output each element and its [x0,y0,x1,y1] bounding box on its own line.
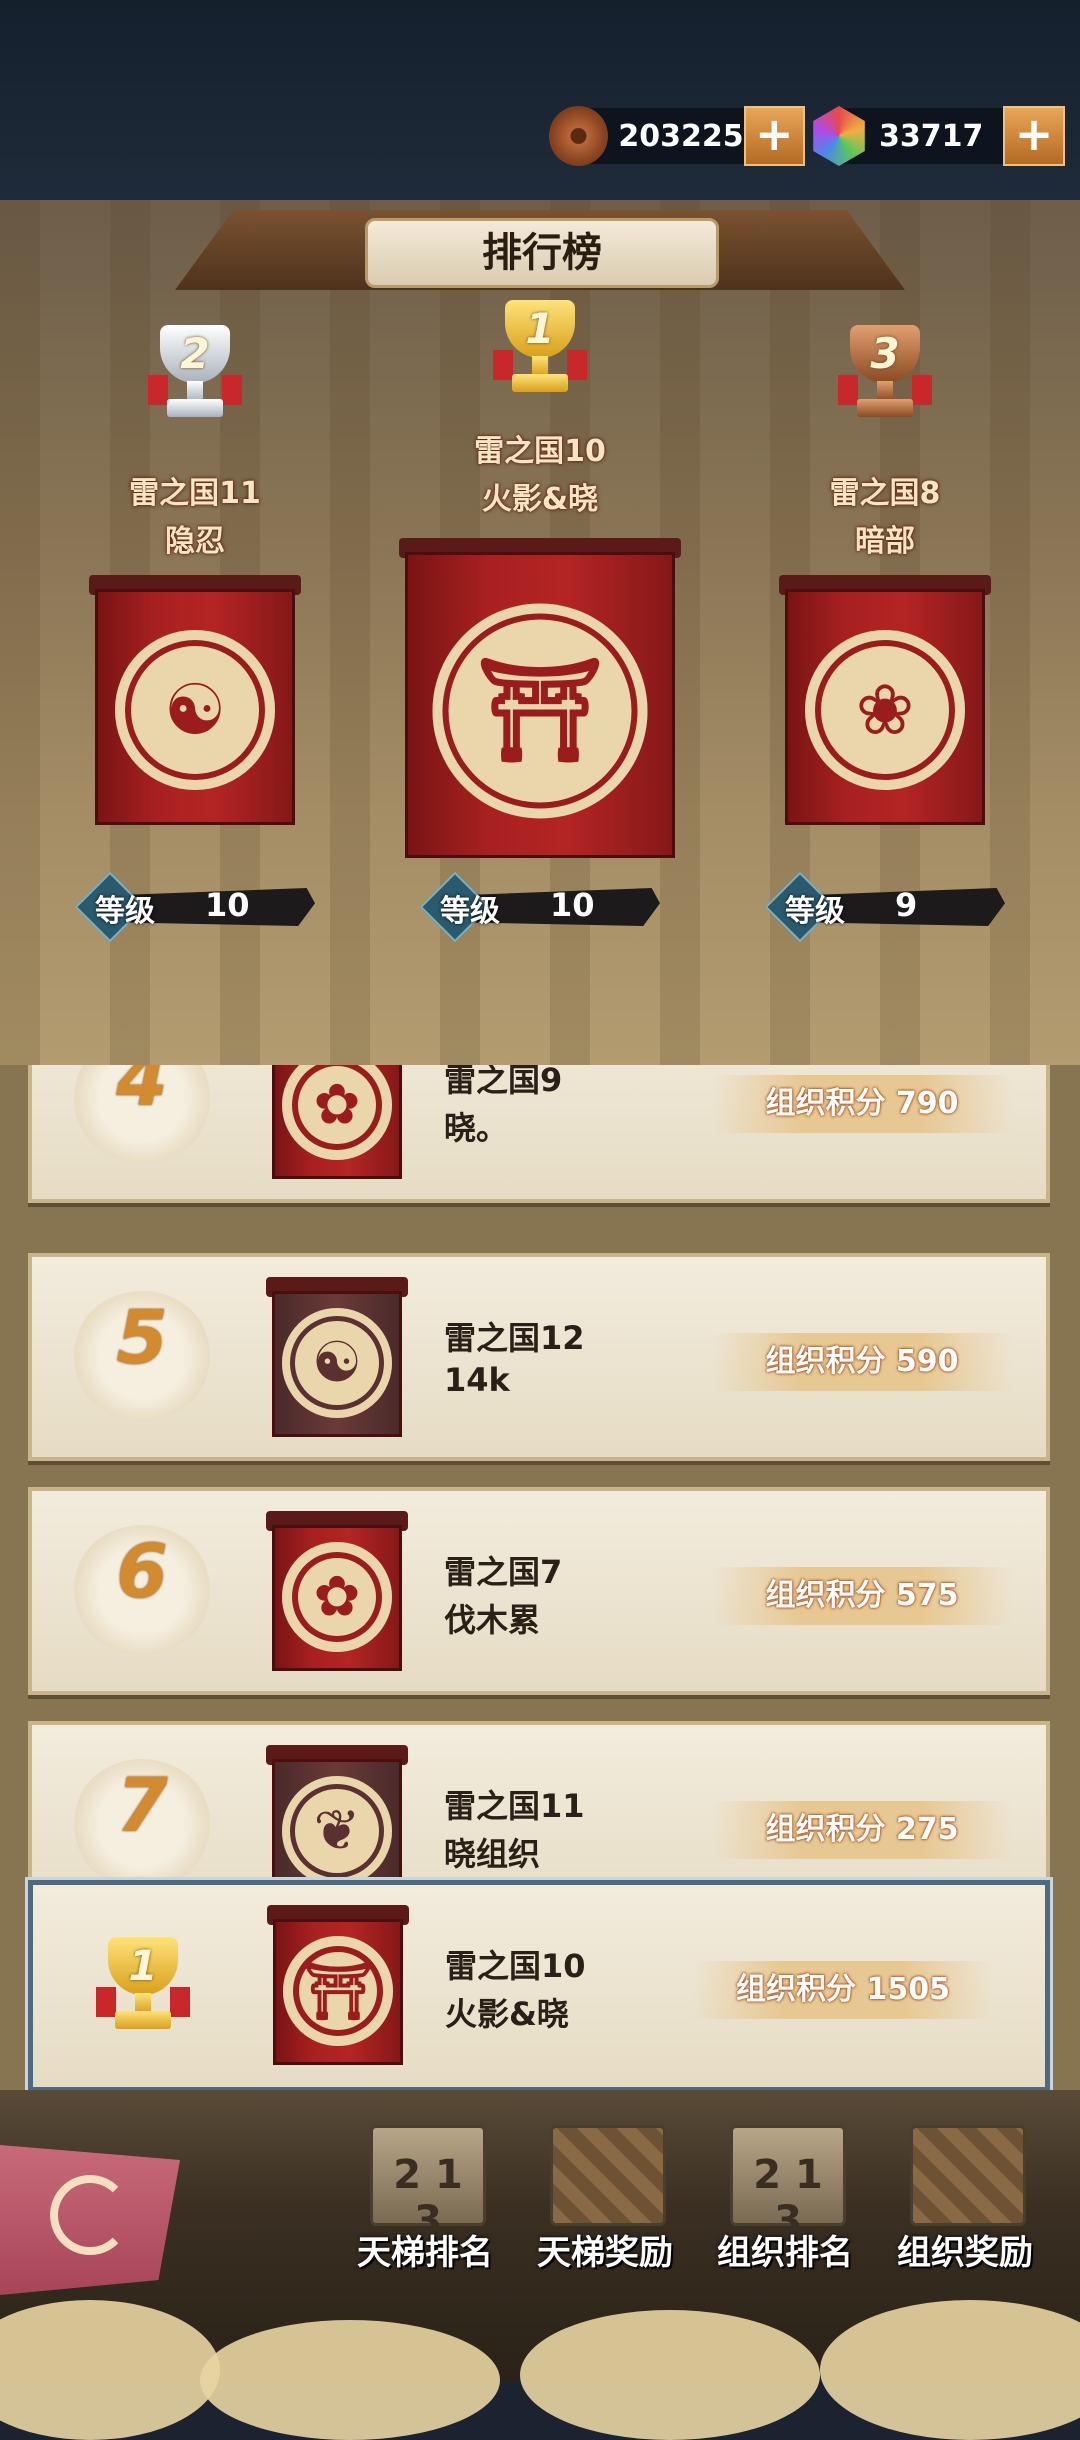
add-gems-button[interactable]: + [1003,106,1065,166]
add-coins-button[interactable]: + [743,106,805,166]
nation-name: 雷之国12 [444,1319,585,1357]
gem-counter: 33717 + [813,106,1065,166]
top2-nation: 雷之国11 [129,476,261,511]
ranking-row-4[interactable]: 4 ✿ 雷之国9 晓。 组织积分 790 [28,1065,1050,1203]
coin-icon [549,106,609,166]
rank-number: 5 [116,1295,168,1381]
ranking-row-6[interactable]: 6 ✿ 雷之国7 伐木累 组织积分 575 [28,1487,1050,1695]
top1-banner[interactable]: ⛩ [399,538,681,858]
org-name: 晓。 [444,1109,509,1147]
rank-number: 4 [116,1065,168,1123]
gold-trophy-icon: 1 [88,1937,198,2037]
nav-label: 天梯排名 [357,2233,493,2273]
nation-name: 雷之国11 [444,1787,585,1825]
nav-label: 组织奖励 [897,2233,1033,2273]
nation-name: 雷之国10 [445,1947,586,1985]
score-chip: 组织积分 590 [712,1333,1012,1391]
top1-nation: 雷之国10 [474,434,606,469]
koi-emblem-icon: ☯ [115,630,275,790]
cloud-decoration [200,2320,500,2440]
rank-number: 7 [116,1763,168,1849]
nation-name: 雷之国9 [444,1065,563,1099]
flower-emblem-icon: ✿ [266,1511,408,1671]
top-bar [0,0,1080,200]
top1-org-name: 火影&晓 [481,482,599,517]
page-title: 排行榜 [365,218,719,288]
top1-level: 等级 10 [419,871,660,943]
torii-emblem-icon: ⛩ [432,603,648,819]
org-name: 晓组织 [444,1835,541,1873]
rank-number: 6 [116,1529,168,1615]
ranking-row-5[interactable]: 5 ☯ 雷之国12 14k 组织积分 590 [28,1253,1050,1461]
gold-trophy-icon: 1 [485,300,595,400]
top3-banner[interactable]: ❀ [779,575,991,825]
cloud-decoration [520,2310,820,2440]
ladder-rewards-button[interactable]: 天梯奖励 [520,2125,690,2275]
silver-trophy-icon: 2 [140,325,250,425]
back-button[interactable] [0,2145,180,2295]
podium-icon: 2 1 3 [370,2125,486,2244]
score-chip: 组织积分 790 [712,1075,1012,1133]
bronze-trophy-icon: 3 [830,325,940,425]
org-name: 14k [444,1361,510,1399]
my-ranking-row[interactable]: 1 ⛩ 雷之国10 火影&晓 组织积分 1505 [28,1880,1050,2092]
score-chip: 组织积分 275 [712,1801,1012,1859]
top3-nation: 雷之国8 [829,476,941,511]
org-name: 伐木累 [444,1601,541,1639]
gift-box-icon [550,2125,666,2226]
coin-counter: 203225 + [549,106,805,166]
nav-label: 天梯奖励 [537,2233,673,2273]
podium-icon: 2 1 3 [730,2125,846,2244]
org-rewards-button[interactable]: 组织奖励 [880,2125,1050,2275]
score-chip: 组织积分 575 [712,1567,1012,1625]
top3-level: 等级 9 [764,871,1005,943]
gift-box-icon [910,2125,1026,2226]
top2-org-name: 隐忍 [165,524,225,559]
org-name: 火影&晓 [445,1995,569,2033]
swirl-icon [50,2175,130,2255]
nav-label: 组织排名 [717,2233,853,2273]
org-ranking-button[interactable]: 2 1 3 组织排名 [700,2125,870,2275]
top2-level: 等级 10 [74,871,315,943]
fan-emblem-icon: ❀ [805,630,965,790]
ladder-ranking-button[interactable]: 2 1 3 天梯排名 [340,2125,510,2275]
top3-org-name: 暗部 [855,524,915,559]
coin-value: 203225 [618,118,744,154]
koi-emblem-icon: ☯ [266,1277,408,1437]
gem-value: 33717 [879,118,984,154]
flower-emblem-icon: ✿ [272,1065,402,1179]
top2-banner[interactable]: ☯ [89,575,301,825]
nation-name: 雷之国7 [444,1553,563,1591]
torii-emblem-icon: ⛩ [267,1905,409,2065]
score-chip: 组织积分 1505 [693,1961,993,2019]
